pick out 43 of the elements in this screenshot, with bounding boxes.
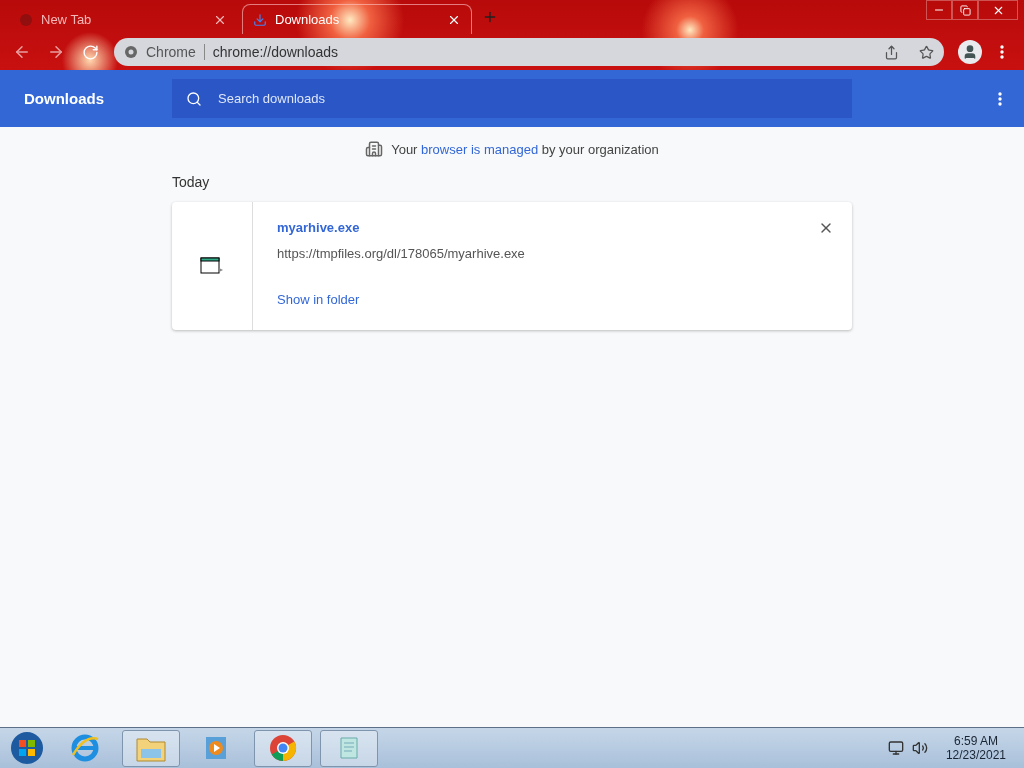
forward-arrow-icon xyxy=(47,43,65,61)
taskbar-app-button[interactable] xyxy=(254,729,312,767)
section-heading: Today xyxy=(172,174,211,190)
globe-icon xyxy=(19,12,33,27)
restore-button[interactable] xyxy=(952,0,978,20)
url-text: chrome://downloads xyxy=(212,44,340,60)
windows-logo-icon xyxy=(10,731,44,765)
managed-notice: Your browser is managed by your organization xyxy=(391,141,659,157)
window-file-icon xyxy=(200,256,224,276)
chrome-icon xyxy=(268,733,298,763)
browser-tab[interactable]: Downloads xyxy=(242,4,472,34)
clock-time: 6:59 AM xyxy=(953,734,998,748)
search-field[interactable]: Search downloads xyxy=(172,79,852,118)
person-icon xyxy=(962,44,978,60)
browser-tab[interactable]: New Tab xyxy=(8,4,238,34)
building-icon xyxy=(365,140,384,158)
menu-icon xyxy=(1000,45,1004,59)
bookmark-star-icon[interactable] xyxy=(919,44,934,60)
close-window-button[interactable] xyxy=(978,0,1018,20)
share-icon[interactable] xyxy=(884,44,899,60)
restore-icon xyxy=(959,4,971,16)
clock-date: 12/23/2021 xyxy=(945,748,1006,762)
search-icon xyxy=(186,90,202,107)
managed-link[interactable]: browser is managed xyxy=(421,141,539,157)
chrome-icon xyxy=(124,45,138,59)
reload-icon xyxy=(81,43,99,61)
profile-avatar[interactable] xyxy=(958,40,982,64)
taskbar-app-button[interactable] xyxy=(320,729,378,767)
network-icon[interactable] xyxy=(887,740,904,756)
file-name-link[interactable]: myarhive.exe xyxy=(277,220,828,235)
taskbar-app-button[interactable] xyxy=(122,729,180,767)
menu-icon xyxy=(998,91,1002,106)
plus-icon xyxy=(482,9,498,25)
page-title: Downloads xyxy=(24,90,105,107)
site-label: Chrome xyxy=(146,44,196,60)
minimize-button[interactable] xyxy=(926,0,952,20)
address-bar[interactable]: Chrome chrome://downloads xyxy=(114,38,944,66)
download-icon xyxy=(253,12,267,27)
browser-icon xyxy=(70,733,100,763)
show-in-folder-link[interactable]: Show in folder xyxy=(277,292,360,307)
volume-icon[interactable] xyxy=(911,740,928,756)
file-url: https://tmpfiles.org/dl/178065/myarhive.exe xyxy=(277,246,526,261)
search-input[interactable]: Search downloads xyxy=(216,90,852,107)
